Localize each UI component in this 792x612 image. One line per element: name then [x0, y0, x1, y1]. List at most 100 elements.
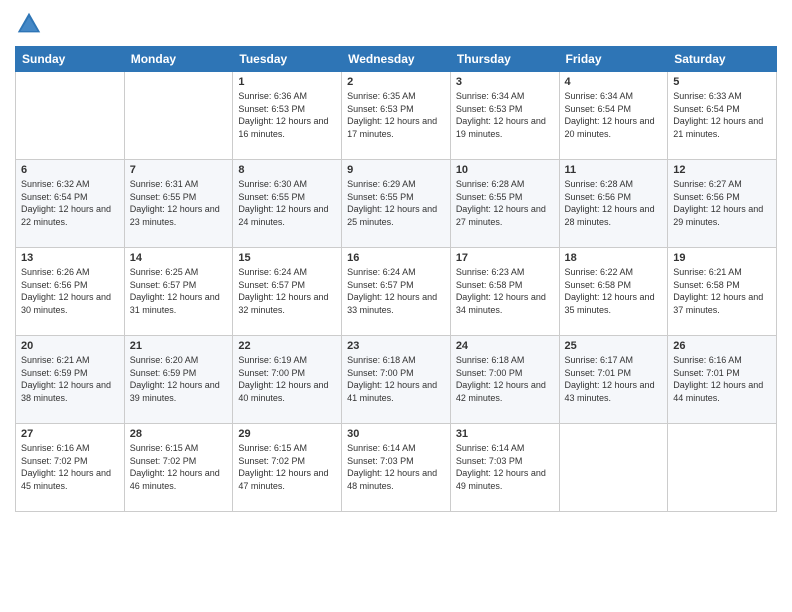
day-detail: Sunrise: 6:19 AM Sunset: 7:00 PM Dayligh…	[238, 354, 336, 404]
day-number: 2	[347, 76, 445, 88]
day-number: 17	[456, 252, 554, 264]
calendar-cell: 17 Sunrise: 6:23 AM Sunset: 6:58 PM Dayli…	[450, 248, 559, 336]
day-detail: Sunrise: 6:36 AM Sunset: 6:53 PM Dayligh…	[238, 90, 336, 140]
dow-cell: Tuesday	[233, 47, 342, 72]
day-number: 30	[347, 428, 445, 440]
calendar-week: 27 Sunrise: 6:16 AM Sunset: 7:02 PM Dayli…	[16, 424, 777, 512]
calendar-week: 1 Sunrise: 6:36 AM Sunset: 6:53 PM Daylig…	[16, 72, 777, 160]
day-number: 15	[238, 252, 336, 264]
day-number: 5	[673, 76, 771, 88]
page: SundayMondayTuesdayWednesdayThursdayFrid…	[0, 0, 792, 612]
dow-cell: Sunday	[16, 47, 125, 72]
day-number: 28	[130, 428, 228, 440]
day-number: 8	[238, 164, 336, 176]
calendar-cell: 9 Sunrise: 6:29 AM Sunset: 6:55 PM Daylig…	[342, 160, 451, 248]
day-detail: Sunrise: 6:32 AM Sunset: 6:54 PM Dayligh…	[21, 178, 119, 228]
day-detail: Sunrise: 6:29 AM Sunset: 6:55 PM Dayligh…	[347, 178, 445, 228]
day-number: 13	[21, 252, 119, 264]
day-detail: Sunrise: 6:16 AM Sunset: 7:02 PM Dayligh…	[21, 442, 119, 492]
day-detail: Sunrise: 6:24 AM Sunset: 6:57 PM Dayligh…	[347, 266, 445, 316]
day-detail: Sunrise: 6:27 AM Sunset: 6:56 PM Dayligh…	[673, 178, 771, 228]
dow-cell: Monday	[124, 47, 233, 72]
calendar-week: 20 Sunrise: 6:21 AM Sunset: 6:59 PM Dayli…	[16, 336, 777, 424]
day-number: 9	[347, 164, 445, 176]
calendar-cell: 15 Sunrise: 6:24 AM Sunset: 6:57 PM Dayli…	[233, 248, 342, 336]
day-number: 3	[456, 76, 554, 88]
day-number: 6	[21, 164, 119, 176]
logo-icon	[15, 10, 43, 38]
day-detail: Sunrise: 6:31 AM Sunset: 6:55 PM Dayligh…	[130, 178, 228, 228]
day-detail: Sunrise: 6:14 AM Sunset: 7:03 PM Dayligh…	[347, 442, 445, 492]
calendar-cell: 18 Sunrise: 6:22 AM Sunset: 6:58 PM Dayli…	[559, 248, 668, 336]
dow-cell: Wednesday	[342, 47, 451, 72]
calendar-cell: 4 Sunrise: 6:34 AM Sunset: 6:54 PM Daylig…	[559, 72, 668, 160]
day-detail: Sunrise: 6:15 AM Sunset: 7:02 PM Dayligh…	[130, 442, 228, 492]
calendar-cell: 21Sunrise: 6:20 AM Sunset: 6:59 PM Dayli…	[124, 336, 233, 424]
day-detail: Sunrise: 6:34 AM Sunset: 6:54 PM Dayligh…	[565, 90, 663, 140]
day-number: 16	[347, 252, 445, 264]
day-number: 22	[238, 340, 336, 352]
calendar-cell: 29 Sunrise: 6:15 AM Sunset: 7:02 PM Dayli…	[233, 424, 342, 512]
calendar-cell: 19 Sunrise: 6:21 AM Sunset: 6:58 PM Dayli…	[668, 248, 777, 336]
day-detail: Sunrise: 6:25 AM Sunset: 6:57 PM Dayligh…	[130, 266, 228, 316]
calendar-week: 13 Sunrise: 6:26 AM Sunset: 6:56 PM Dayli…	[16, 248, 777, 336]
calendar-cell: 10Sunrise: 6:28 AM Sunset: 6:55 PM Dayli…	[450, 160, 559, 248]
day-detail: Sunrise: 6:24 AM Sunset: 6:57 PM Dayligh…	[238, 266, 336, 316]
day-detail: Sunrise: 6:15 AM Sunset: 7:02 PM Dayligh…	[238, 442, 336, 492]
day-number: 26	[673, 340, 771, 352]
day-detail: Sunrise: 6:21 AM Sunset: 6:58 PM Dayligh…	[673, 266, 771, 316]
day-number: 1	[238, 76, 336, 88]
day-of-week-header: SundayMondayTuesdayWednesdayThursdayFrid…	[16, 47, 777, 72]
day-detail: Sunrise: 6:26 AM Sunset: 6:56 PM Dayligh…	[21, 266, 119, 316]
calendar-table: SundayMondayTuesdayWednesdayThursdayFrid…	[15, 46, 777, 512]
day-number: 4	[565, 76, 663, 88]
day-number: 7	[130, 164, 228, 176]
calendar-cell: 1 Sunrise: 6:36 AM Sunset: 6:53 PM Daylig…	[233, 72, 342, 160]
calendar-week: 6 Sunrise: 6:32 AM Sunset: 6:54 PM Daylig…	[16, 160, 777, 248]
logo	[15, 10, 47, 38]
day-number: 18	[565, 252, 663, 264]
calendar-cell: 3Sunrise: 6:34 AM Sunset: 6:53 PM Daylig…	[450, 72, 559, 160]
day-detail: Sunrise: 6:33 AM Sunset: 6:54 PM Dayligh…	[673, 90, 771, 140]
calendar-cell	[668, 424, 777, 512]
calendar-cell: 13 Sunrise: 6:26 AM Sunset: 6:56 PM Dayli…	[16, 248, 125, 336]
calendar-cell: 24Sunrise: 6:18 AM Sunset: 7:00 PM Dayli…	[450, 336, 559, 424]
calendar-cell: 23Sunrise: 6:18 AM Sunset: 7:00 PM Dayli…	[342, 336, 451, 424]
calendar-cell: 2 Sunrise: 6:35 AM Sunset: 6:53 PM Daylig…	[342, 72, 451, 160]
calendar-cell: 20 Sunrise: 6:21 AM Sunset: 6:59 PM Dayli…	[16, 336, 125, 424]
calendar-cell: 31 Sunrise: 6:14 AM Sunset: 7:03 PM Dayli…	[450, 424, 559, 512]
day-number: 31	[456, 428, 554, 440]
dow-cell: Saturday	[668, 47, 777, 72]
dow-cell: Friday	[559, 47, 668, 72]
calendar-cell: 25Sunrise: 6:17 AM Sunset: 7:01 PM Dayli…	[559, 336, 668, 424]
calendar-cell: 7 Sunrise: 6:31 AM Sunset: 6:55 PM Daylig…	[124, 160, 233, 248]
day-number: 27	[21, 428, 119, 440]
day-number: 21	[130, 340, 228, 352]
day-number: 12	[673, 164, 771, 176]
day-number: 11	[565, 164, 663, 176]
calendar-cell: 26Sunrise: 6:16 AM Sunset: 7:01 PM Dayli…	[668, 336, 777, 424]
calendar-cell: 14 Sunrise: 6:25 AM Sunset: 6:57 PM Dayli…	[124, 248, 233, 336]
calendar-cell: 8Sunrise: 6:30 AM Sunset: 6:55 PM Daylig…	[233, 160, 342, 248]
calendar-cell: 16 Sunrise: 6:24 AM Sunset: 6:57 PM Dayli…	[342, 248, 451, 336]
day-number: 14	[130, 252, 228, 264]
day-detail: Sunrise: 6:35 AM Sunset: 6:53 PM Dayligh…	[347, 90, 445, 140]
day-detail: Sunrise: 6:18 AM Sunset: 7:00 PM Dayligh…	[456, 354, 554, 404]
day-number: 19	[673, 252, 771, 264]
day-number: 25	[565, 340, 663, 352]
calendar-cell	[124, 72, 233, 160]
calendar-cell: 22 Sunrise: 6:19 AM Sunset: 7:00 PM Dayli…	[233, 336, 342, 424]
calendar-cell	[559, 424, 668, 512]
header	[15, 10, 777, 38]
day-detail: Sunrise: 6:28 AM Sunset: 6:55 PM Dayligh…	[456, 178, 554, 228]
day-number: 29	[238, 428, 336, 440]
day-number: 23	[347, 340, 445, 352]
calendar-body: 1 Sunrise: 6:36 AM Sunset: 6:53 PM Daylig…	[16, 72, 777, 512]
day-detail: Sunrise: 6:21 AM Sunset: 6:59 PM Dayligh…	[21, 354, 119, 404]
day-detail: Sunrise: 6:23 AM Sunset: 6:58 PM Dayligh…	[456, 266, 554, 316]
calendar-cell: 6 Sunrise: 6:32 AM Sunset: 6:54 PM Daylig…	[16, 160, 125, 248]
day-number: 20	[21, 340, 119, 352]
day-detail: Sunrise: 6:14 AM Sunset: 7:03 PM Dayligh…	[456, 442, 554, 492]
calendar-cell: 12 Sunrise: 6:27 AM Sunset: 6:56 PM Dayli…	[668, 160, 777, 248]
day-detail: Sunrise: 6:22 AM Sunset: 6:58 PM Dayligh…	[565, 266, 663, 316]
